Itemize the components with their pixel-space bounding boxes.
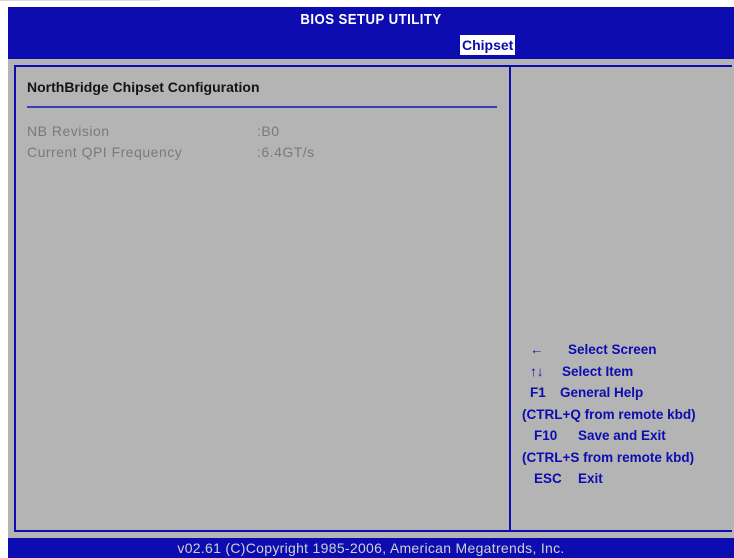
help-desc: (CTRL+Q from remote kbd): [522, 406, 696, 422]
bios-title: BIOS SETUP UTILITY: [300, 11, 442, 28]
help-key: F1: [530, 385, 546, 400]
setting-value: :B0: [257, 123, 280, 139]
help-desc: Select Item: [562, 363, 634, 379]
help-key: F10: [534, 428, 558, 443]
help-row-general-help: F1 General Help: [520, 382, 734, 404]
help-desc: Save and Exit: [578, 428, 666, 443]
help-row-select-screen: ← Select Screen: [520, 339, 734, 361]
main-panel: NorthBridge Chipset Configuration NB Rev…: [8, 59, 734, 538]
help-legend: ← Select Screen ↑↓ Select Item F1 Genera…: [520, 339, 734, 490]
left-arrow-key-icon: ←: [530, 342, 544, 357]
up-down-arrow-key-icon: ↑↓: [530, 363, 544, 379]
help-row-remote-help: (CTRL+Q from remote kbd): [520, 404, 734, 426]
help-row-select-item: ↑↓ Select Item: [520, 361, 734, 383]
section-rule: [27, 106, 497, 108]
help-desc: Exit: [578, 471, 603, 486]
panel-divider: [509, 65, 511, 532]
help-key: ESC: [534, 471, 562, 486]
window-top-rule: [0, 0, 160, 1]
help-row-save-exit: F10 Save and Exit: [520, 425, 734, 447]
setting-label: Current QPI Frequency: [27, 144, 183, 160]
section-title: NorthBridge Chipset Configuration: [27, 79, 260, 95]
help-row-remote-save: (CTRL+S from remote kbd): [520, 447, 734, 469]
help-desc: Select Screen: [568, 342, 657, 357]
setting-label: NB Revision: [27, 123, 110, 139]
bios-footer: v02.61 (C)Copyright 1985-2006, American …: [8, 538, 734, 558]
tab-chipset[interactable]: Chipset: [460, 35, 516, 55]
bios-header: BIOS SETUP UTILITY Chipset: [8, 7, 734, 59]
help-desc: (CTRL+S from remote kbd): [522, 449, 695, 465]
setting-value: :6.4GT/s: [257, 144, 315, 160]
copyright-text: v02.61 (C)Copyright 1985-2006, American …: [177, 540, 565, 556]
help-row-exit: ESC Exit: [520, 468, 734, 490]
help-desc: General Help: [560, 385, 644, 400]
